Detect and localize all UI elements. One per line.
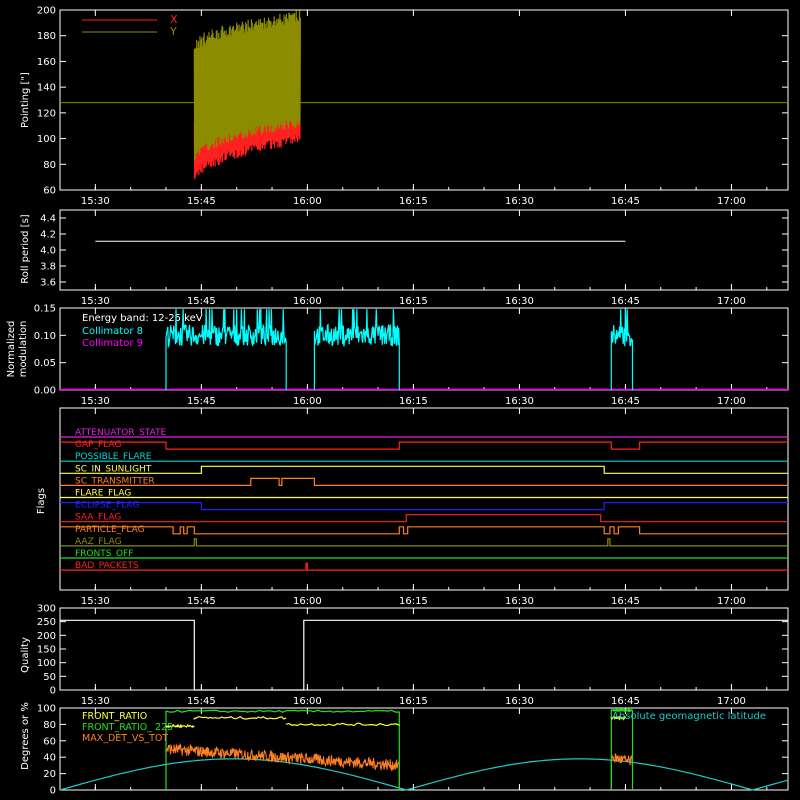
x-tick-label: 16:30 <box>505 296 534 307</box>
y-tick-label: 300 <box>37 604 56 615</box>
x-tick-label: 15:30 <box>81 596 110 607</box>
x-tick-label: 16:45 <box>611 196 640 207</box>
x-tick-label: 17:00 <box>717 696 746 707</box>
y-tick-label: 3.6 <box>40 278 56 289</box>
legend-label: Y <box>169 25 177 38</box>
x-tick-label: 16:00 <box>293 196 322 207</box>
x-tick-label: 15:30 <box>81 396 110 407</box>
x-tick-label: 15:45 <box>187 696 216 707</box>
legend-label: Collimator 8 <box>82 326 143 337</box>
flag-label: SC_IN_SUNLIGHT <box>75 464 152 474</box>
y-tick-label: 60 <box>43 186 56 197</box>
x-tick-label: 16:30 <box>505 196 534 207</box>
x-tick-label: 17:00 <box>717 196 746 207</box>
x-tick-label: 16:00 <box>293 396 322 407</box>
flag-label: POSSIBLE_FLARE <box>75 452 152 462</box>
roll-period-y-axis-label: Roll period [s] <box>20 214 31 283</box>
x-tick-label: 16:30 <box>505 596 534 607</box>
flag-label: PARTICLE_FLAG <box>75 525 145 535</box>
y-tick-label: 4.2 <box>40 230 56 241</box>
quality-y-axis-label: Quality <box>20 637 31 673</box>
x-tick-label: 16:45 <box>611 396 640 407</box>
x-tick-label: 15:45 <box>187 196 216 207</box>
x-tick-label: 16:00 <box>293 296 322 307</box>
legend-label: FRONT_RATIO <box>82 711 147 722</box>
y-tick-label: 200 <box>37 631 56 642</box>
x-tick-label: 15:45 <box>187 396 216 407</box>
y-tick-label: 80 <box>43 720 56 731</box>
y-tick-label: 0.10 <box>34 331 56 342</box>
y-tick-label: 40 <box>43 753 56 764</box>
x-tick-label: 16:30 <box>505 696 534 707</box>
legend-label: Absolute geomagnetic latitude <box>612 711 766 722</box>
y-tick-label: 20 <box>43 769 56 780</box>
y-tick-label: 0 <box>50 686 56 697</box>
flags-y-axis-label: Flags <box>36 488 47 514</box>
x-tick-label: 16:45 <box>611 296 640 307</box>
flag-label: SC_TRANSMITTER <box>75 476 155 486</box>
flag-label: ECLIPSE_FLAG <box>75 501 139 511</box>
y-tick-label: 0.15 <box>34 304 56 315</box>
x-tick-label: 15:30 <box>81 696 110 707</box>
observing-summary-figure: Pointing ["] Roll period [s] Normalized … <box>0 0 800 800</box>
y-tick-label: 100 <box>37 704 56 715</box>
x-tick-label: 16:45 <box>611 696 640 707</box>
x-tick-label: 15:30 <box>81 196 110 207</box>
x-tick-label: 16:15 <box>399 196 428 207</box>
flag-label: FLARE_FLAG <box>75 489 131 499</box>
y-tick-label: 250 <box>37 617 56 628</box>
flag-label: FRONTS_OFF <box>75 549 133 559</box>
ratios-y-axis-label: Degrees or % <box>20 702 31 770</box>
x-tick-label: 15:45 <box>187 596 216 607</box>
y-tick-label: 100 <box>37 134 56 145</box>
y-tick-label: 140 <box>37 83 56 94</box>
x-tick-label: 16:45 <box>611 596 640 607</box>
y-tick-label: 120 <box>37 108 56 119</box>
x-tick-label: 17:00 <box>717 596 746 607</box>
y-tick-label: 3.8 <box>40 262 56 273</box>
x-tick-label: 16:15 <box>399 596 428 607</box>
modulation-y-axis-label-line2: modulation <box>18 321 29 378</box>
x-tick-label: 16:15 <box>399 296 428 307</box>
legend-label: Collimator 9 <box>82 338 143 349</box>
pointing-y-axis-label: Pointing ["] <box>20 72 31 128</box>
x-tick-label: 16:30 <box>505 396 534 407</box>
flag-label: ATTENUATOR_STATE <box>75 428 167 438</box>
modulation-y-axis-label-line1: Normalized <box>6 321 17 378</box>
x-tick-label: 17:00 <box>717 296 746 307</box>
x-tick-label: 17:00 <box>717 396 746 407</box>
x-tick-label: 16:15 <box>399 396 428 407</box>
flag-label: AAZ_FLAG <box>75 537 122 547</box>
y-tick-label: 80 <box>43 160 56 171</box>
y-tick-label: 180 <box>37 31 56 42</box>
energy-band-annotation: Energy band: 12-25 keV <box>82 313 203 324</box>
y-tick-label: 60 <box>43 736 56 747</box>
y-tick-label: 200 <box>37 6 56 17</box>
flag-label: SAA_FLAG <box>75 513 121 523</box>
legend-label: FRONT_RATIO_ 225 <box>82 722 173 733</box>
flag-label: BAD_PACKETS <box>75 561 139 571</box>
x-tick-label: 15:45 <box>187 296 216 307</box>
y-tick-label: 4.0 <box>40 246 56 257</box>
y-tick-label: 0 <box>50 786 56 797</box>
y-tick-label: 4.4 <box>40 214 56 225</box>
y-tick-label: 150 <box>37 645 56 656</box>
y-tick-label: 0.05 <box>34 358 56 369</box>
x-tick-label: 16:15 <box>399 696 428 707</box>
x-tick-label: 16:00 <box>293 596 322 607</box>
y-tick-label: 0.00 <box>34 386 56 397</box>
x-tick-label: 15:30 <box>81 296 110 307</box>
y-tick-label: 100 <box>37 658 56 669</box>
legend-label: MAX_DET_VS_TOT <box>82 733 168 744</box>
flag-label: GAP_FLAG <box>75 440 121 450</box>
x-tick-label: 16:00 <box>293 696 322 707</box>
y-tick-label: 50 <box>43 672 56 683</box>
y-tick-label: 160 <box>37 57 56 68</box>
